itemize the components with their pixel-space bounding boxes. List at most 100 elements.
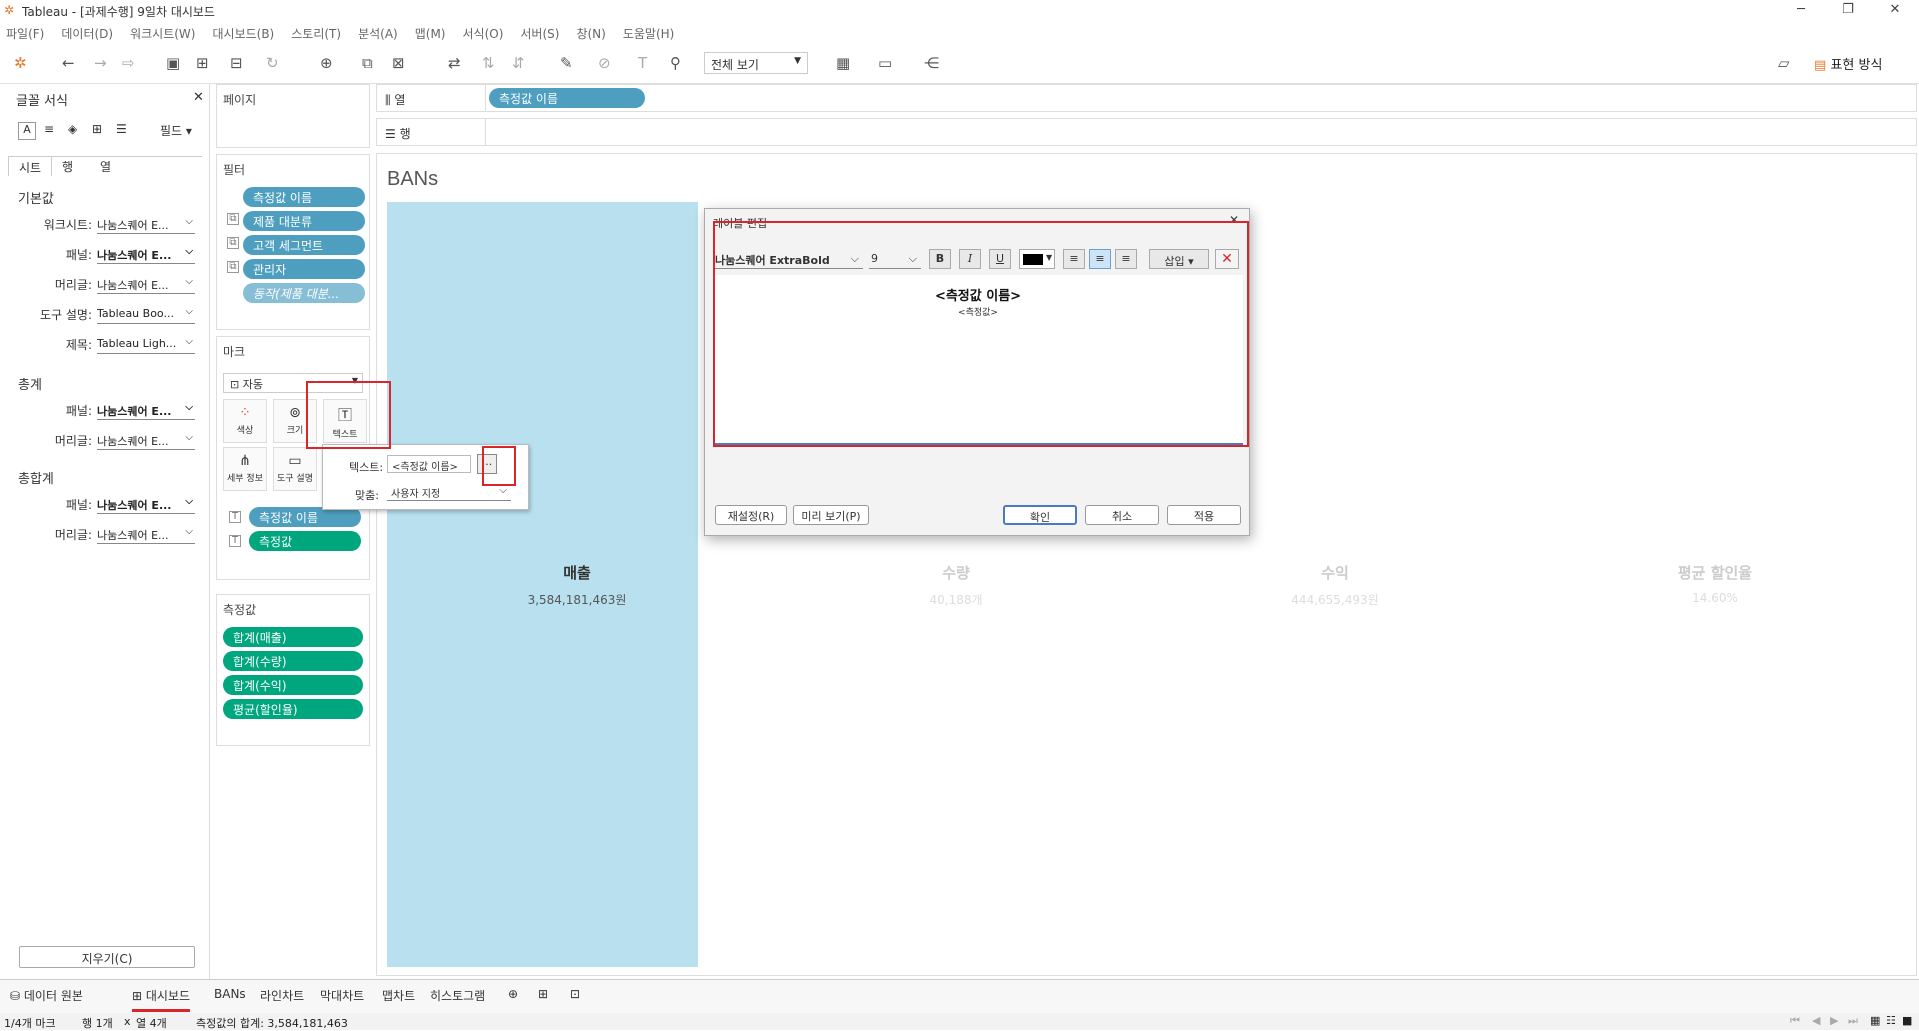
close-pane-icon[interactable]: ✕: [193, 90, 204, 105]
new-dashboard-tab-icon[interactable]: ⊞: [538, 987, 548, 1001]
share-icon[interactable]: ⋲: [924, 54, 939, 72]
total-pane-font-select[interactable]: 나눔스퀘어 E... ⌵: [97, 402, 195, 420]
tab-sheet-line-chart[interactable]: 라인차트: [260, 987, 304, 1004]
filter-pill-action[interactable]: 동작(제품 대분...: [243, 283, 365, 303]
tooltip-button[interactable]: ▭ 도구 설명: [273, 447, 317, 491]
clear-button[interactable]: 지우기(C): [19, 946, 195, 968]
tab-dashboard[interactable]: ⊞ 대시보드: [132, 987, 191, 1012]
menu-worksheet[interactable]: 워크시트(W): [130, 25, 195, 42]
filter-pill-customer-segment[interactable]: 고객 세그먼트: [243, 235, 365, 255]
ban-discount[interactable]: 평균 할인율 14.60%: [1615, 562, 1815, 605]
replay-icon[interactable]: ⇨: [122, 54, 135, 72]
apply-button[interactable]: 적용: [1167, 505, 1241, 525]
filter-pill-measure-names[interactable]: 측정값 이름: [243, 187, 365, 207]
borders-icon[interactable]: ⊞: [92, 122, 102, 136]
rows-shelf[interactable]: ☰ 행: [376, 118, 1917, 146]
tab-sheet-map-chart[interactable]: 맵차트: [382, 987, 415, 1004]
grid-view-icon[interactable]: ▦: [1870, 1014, 1880, 1027]
pane-font-select[interactable]: 나눔스퀘어 E... ⌵: [97, 246, 195, 264]
sort-desc-icon[interactable]: ⇵: [512, 54, 525, 72]
presentation-icon[interactable]: ▭: [878, 54, 892, 72]
show-labels-icon[interactable]: T: [638, 54, 647, 72]
menu-server[interactable]: 서버(S): [520, 25, 559, 42]
pause-updates-icon[interactable]: ⊟: [230, 54, 243, 72]
cards-icon[interactable]: ▦: [836, 54, 850, 72]
measure-pill-profit[interactable]: 합계(수익): [223, 675, 363, 695]
tableau-home-icon[interactable]: ✲: [14, 54, 27, 72]
undo-icon[interactable]: ←: [62, 54, 75, 72]
columns-shelf[interactable]: ⫼ 열 측정값 이름: [376, 84, 1917, 112]
fit-view-select[interactable]: 전체 보기 ▼: [704, 52, 808, 74]
alignment-icon[interactable]: ≡: [44, 122, 54, 136]
redo-icon[interactable]: →: [94, 54, 107, 72]
list-view-icon[interactable]: ☷: [1886, 1014, 1896, 1027]
tab-sheet-bar-chart[interactable]: 막대차트: [320, 987, 364, 1004]
reset-button[interactable]: 재설정(R): [715, 505, 787, 525]
tab-sheet-bans[interactable]: BANs: [214, 987, 246, 1001]
tab-columns[interactable]: 열: [100, 158, 111, 175]
save-icon[interactable]: ▣: [166, 54, 180, 72]
detail-button[interactable]: ⋔ 세부 정보: [223, 447, 267, 491]
tab-sheet-histogram[interactable]: 히스토그램: [430, 987, 485, 1004]
close-icon[interactable]: ✕: [1880, 2, 1910, 17]
refresh-icon[interactable]: ↻: [266, 54, 279, 72]
fields-dropdown[interactable]: 필드 ▾: [160, 122, 192, 139]
lines-icon[interactable]: ☰: [116, 122, 127, 136]
menu-map[interactable]: 맵(M): [415, 25, 446, 42]
nav-prev-icon[interactable]: ◀: [1812, 1014, 1820, 1027]
tab-data-source[interactable]: ⛁ 데이터 원본: [10, 987, 83, 1004]
filter-pill-product-category[interactable]: 제품 대분류: [243, 211, 365, 231]
menu-data[interactable]: 데이터(D): [61, 25, 113, 42]
sort-asc-icon[interactable]: ⇅: [482, 54, 495, 72]
menu-window[interactable]: 창(N): [576, 25, 605, 42]
ban-quantity[interactable]: 수량 40,188개: [856, 562, 1056, 608]
show-me-button[interactable]: ▤ 표현 방식: [1814, 54, 1882, 73]
group-icon[interactable]: ⊘: [598, 54, 611, 72]
restore-icon[interactable]: ❐: [1833, 2, 1863, 17]
menu-file[interactable]: 파일(F): [6, 25, 44, 42]
title-font-select[interactable]: Tableau Ligh... ⌵: [97, 336, 195, 354]
shading-icon[interactable]: ◈: [68, 122, 77, 136]
popup-text-field[interactable]: <측정값 이름>: [387, 455, 471, 473]
menu-dashboard[interactable]: 대시보드(B): [212, 25, 274, 42]
gt-header-font-select[interactable]: 나눔스퀘어 E... ⌵: [97, 526, 195, 544]
cancel-button[interactable]: 취소: [1085, 505, 1159, 525]
menu-analysis[interactable]: 분석(A): [358, 25, 398, 42]
duplicate-icon[interactable]: ⧉: [362, 54, 373, 72]
menu-story[interactable]: 스토리(T): [291, 25, 341, 42]
swap-icon[interactable]: ⇄: [448, 54, 461, 72]
worksheet-font-select[interactable]: 나눔스퀘어 E... ⌵: [97, 216, 195, 234]
color-button[interactable]: ⁘ 색상: [223, 399, 267, 443]
preview-button[interactable]: 미리 보기(P): [793, 505, 869, 525]
ok-button[interactable]: 확인: [1003, 505, 1077, 525]
paint-icon[interactable]: ▱: [1778, 54, 1790, 72]
measure-pill-discount[interactable]: 평균(할인율): [223, 699, 363, 719]
menu-format[interactable]: 서식(O): [463, 25, 504, 42]
new-worksheet-tab-icon[interactable]: ⊕: [508, 987, 518, 1001]
nav-first-icon[interactable]: ⏮: [1790, 1014, 1800, 1028]
ban-sales[interactable]: 매출 3,584,181,463원: [477, 562, 677, 608]
header-font-select[interactable]: 나눔스퀘어 E... ⌵: [97, 276, 195, 294]
popup-align-select[interactable]: 사용자 지정 ⌵: [387, 485, 511, 501]
new-story-tab-icon[interactable]: ⊡: [570, 987, 580, 1001]
filter-pill-manager[interactable]: 관리자: [243, 259, 365, 279]
nav-last-icon[interactable]: ⏭: [1848, 1014, 1858, 1028]
measure-pill-sales[interactable]: 합계(매출): [223, 627, 363, 647]
highlight-icon[interactable]: ✎: [560, 54, 573, 72]
filmstrip-view-icon[interactable]: ■: [1902, 1014, 1912, 1027]
menu-help[interactable]: 도움말(H): [623, 25, 675, 42]
tooltip-font-select[interactable]: Tableau Boo... ⌵: [97, 306, 195, 324]
tab-rows[interactable]: 행: [62, 158, 73, 175]
clear-sheet-icon[interactable]: ⊠: [392, 54, 405, 72]
marks-pill-measure-values[interactable]: 측정값: [249, 531, 361, 551]
new-datasource-icon[interactable]: ⊞: [196, 54, 209, 72]
new-worksheet-icon[interactable]: ⊕: [320, 54, 333, 72]
nav-next-icon[interactable]: ▶: [1830, 1014, 1838, 1027]
gt-pane-font-select[interactable]: 나눔스퀘어 E... ⌵: [97, 496, 195, 514]
columns-pill-measure-names[interactable]: 측정값 이름: [489, 88, 645, 108]
fix-axes-icon[interactable]: ⚲: [670, 54, 681, 72]
measure-pill-quantity[interactable]: 합계(수량): [223, 651, 363, 671]
font-format-icon[interactable]: A: [18, 122, 36, 140]
total-header-font-select[interactable]: 나눔스퀘어 E... ⌵: [97, 432, 195, 450]
tab-sheet[interactable]: 시트: [8, 156, 52, 176]
